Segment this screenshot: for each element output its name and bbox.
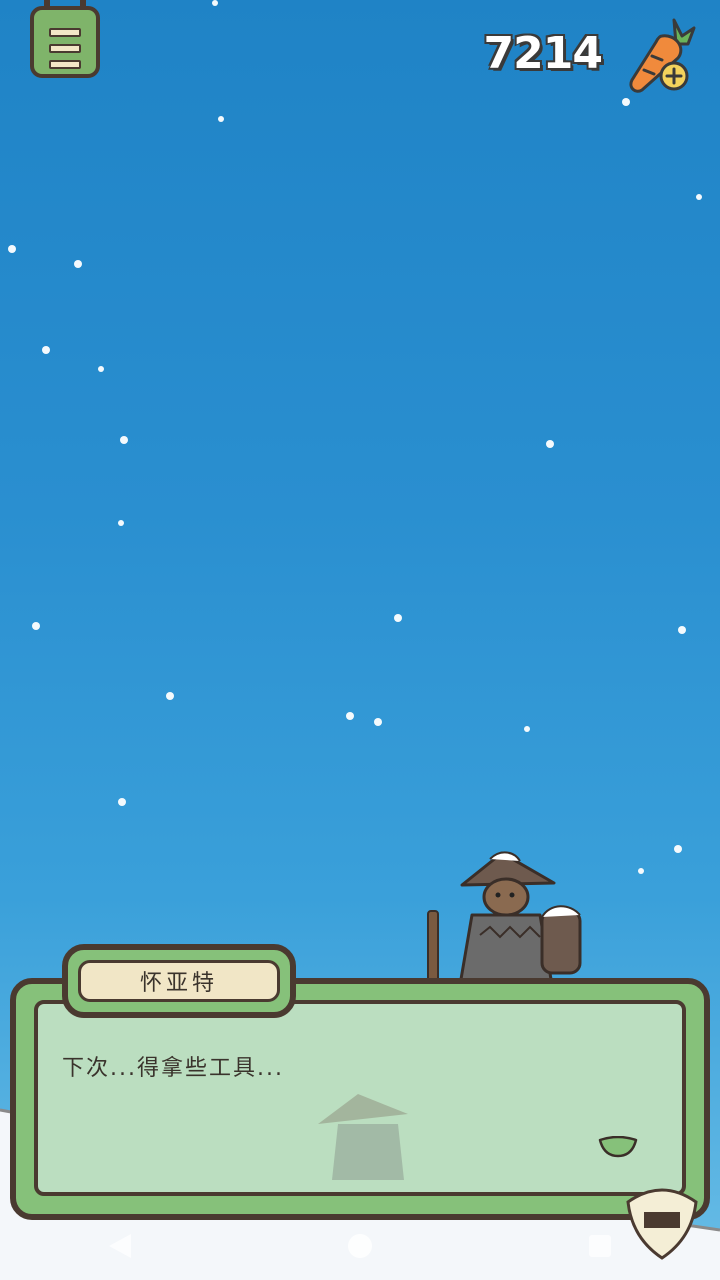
snowflake [524,726,530,732]
snowflake [346,712,354,720]
faded-traveler-silhouette [318,1094,408,1180]
snowflake [622,98,630,106]
snowflake [118,520,124,526]
continue-arrow-icon[interactable] [598,1136,638,1158]
carrot-count: 7214 [483,28,603,79]
speaker-nameplate: 怀亚特 [62,944,296,1018]
hanger-hook [80,0,86,10]
home-circle-icon[interactable] [347,1234,372,1258]
snowflake [98,366,104,372]
menu-list-icon [49,28,81,76]
carrot-plus-icon[interactable] [616,14,700,98]
snowflake [118,798,126,806]
snowflake [74,260,82,268]
snowflake [120,436,128,444]
dialog-textbox: 下次...得拿些工具... [34,1000,686,1196]
snowflake [42,346,50,354]
speaker-nameplate-inner: 怀亚特 [78,960,280,1002]
hanger-hook [44,0,50,10]
speaker-name: 怀亚特 [139,971,218,996]
menu-button[interactable] [30,0,100,78]
snowflake [674,845,682,853]
snowflake [8,245,16,253]
snowflake [678,626,686,634]
snowflake [218,116,224,122]
snowflake [32,622,40,630]
snowflake [546,440,554,448]
system-navigation-bar [0,1212,720,1280]
snowflake [212,0,218,6]
recents-square-icon[interactable] [589,1235,612,1257]
snowflake [696,194,702,200]
hooded-traveler-figure[interactable] [420,845,590,985]
snowflake [374,718,382,726]
back-triangle-icon[interactable] [108,1234,131,1258]
snowflake [638,868,644,874]
snowflake [394,614,402,622]
dialog-text: 下次...得拿些工具... [62,1056,284,1081]
snowflake [166,692,174,700]
